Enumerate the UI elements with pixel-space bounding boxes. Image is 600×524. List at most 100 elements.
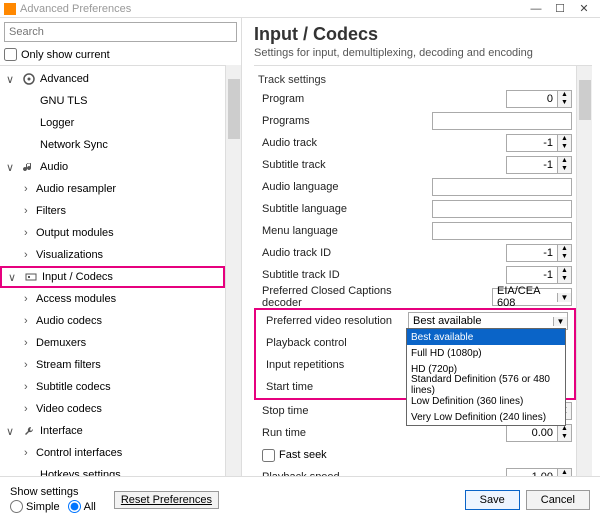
spin-up-icon[interactable]: ▲ (558, 425, 571, 433)
menu-language-input[interactable] (432, 222, 572, 240)
spin-down-icon[interactable]: ▼ (558, 275, 571, 283)
settings-panel: Track settings Program0▲▼ Programs Audio… (254, 66, 576, 476)
titlebar: Advanced Preferences — ☐ ✕ (0, 0, 600, 18)
label-stop-time: Stop time (254, 405, 404, 417)
playback-speed-spinbox[interactable]: 1.00▲▼ (506, 468, 572, 476)
subtitle-track-spinbox[interactable]: -1▲▼ (506, 156, 572, 174)
resolution-dropdown-list[interactable]: Best available Full HD (1080p) HD (720p)… (406, 328, 566, 426)
tree-item-control-interfaces[interactable]: ›Control interfaces (0, 442, 225, 464)
close-button[interactable]: ✕ (572, 2, 596, 15)
tree-item-logger[interactable]: Logger (0, 112, 225, 134)
tree-item-video-codecs[interactable]: ›Video codecs (0, 398, 225, 420)
spin-up-icon[interactable]: ▲ (558, 267, 571, 275)
subtitle-track-id-spinbox[interactable]: -1▲▼ (506, 266, 572, 284)
pcc-decoder-combobox[interactable]: EIA/CEA 608▼ (492, 288, 572, 306)
cancel-button[interactable]: Cancel (526, 490, 590, 510)
dropdown-item[interactable]: Very Low Definition (240 lines) (407, 409, 565, 425)
expand-icon[interactable]: › (24, 249, 36, 261)
tree-item-advanced[interactable]: ∨Advanced (0, 68, 225, 90)
only-show-current-checkbox[interactable]: Only show current (4, 48, 237, 61)
expand-icon[interactable]: › (24, 381, 36, 393)
tree-item-audio-codecs[interactable]: ›Audio codecs (0, 310, 225, 332)
spin-up-icon[interactable]: ▲ (558, 245, 571, 253)
label-pcc-decoder: Preferred Closed Captions decoder (254, 285, 404, 309)
expand-icon[interactable]: › (24, 205, 36, 217)
minimize-button[interactable]: — (524, 3, 548, 15)
spin-down-icon[interactable]: ▼ (558, 253, 571, 261)
spin-up-icon[interactable]: ▲ (558, 135, 571, 143)
chevron-down-icon[interactable]: ▼ (553, 317, 567, 326)
expand-icon[interactable]: › (24, 447, 36, 459)
spin-down-icon[interactable]: ▼ (558, 143, 571, 151)
audio-language-input[interactable] (432, 178, 572, 196)
tree-item-input-codecs[interactable]: ∨Input / Codecs (0, 266, 225, 288)
label-subtitle-track: Subtitle track (254, 159, 404, 171)
input-codecs-icon (24, 270, 38, 284)
spin-down-icon[interactable]: ▼ (558, 99, 571, 107)
tree-item-stream-filters[interactable]: ›Stream filters (0, 354, 225, 376)
reset-preferences-button[interactable]: Reset Preferences (114, 491, 219, 509)
tree-item-interface[interactable]: ∨Interface (0, 420, 225, 442)
label-program: Program (254, 93, 404, 105)
run-time-spinbox[interactable]: 0.00▲▼ (506, 424, 572, 442)
expand-icon[interactable]: › (24, 359, 36, 371)
tree-item-gnu-tls[interactable]: GNU TLS (0, 90, 225, 112)
dropdown-item[interactable]: Best available (407, 329, 565, 345)
scrollbar-thumb[interactable] (579, 80, 591, 120)
collapse-icon[interactable]: ∨ (6, 425, 18, 438)
label-playback-speed: Playback speed (254, 471, 404, 476)
label-playback-control: Playback control (258, 337, 408, 349)
chevron-down-icon[interactable]: ▼ (557, 293, 571, 302)
label-audio-track: Audio track (254, 137, 404, 149)
collapse-icon[interactable]: ∨ (6, 73, 18, 86)
audio-track-spinbox[interactable]: -1▲▼ (506, 134, 572, 152)
tree-item-visualizations[interactable]: ›Visualizations (0, 244, 225, 266)
wrench-icon (22, 424, 36, 438)
tree-item-subtitle-codecs[interactable]: ›Subtitle codecs (0, 376, 225, 398)
spin-up-icon[interactable]: ▲ (558, 469, 571, 476)
subtitle-language-input[interactable] (432, 200, 572, 218)
spin-up-icon[interactable]: ▲ (558, 91, 571, 99)
gear-icon (22, 72, 36, 86)
expand-icon[interactable]: › (24, 183, 36, 195)
program-spinbox[interactable]: 0▲▼ (506, 90, 572, 108)
search-input[interactable] (4, 22, 237, 42)
music-note-icon (22, 160, 36, 174)
audio-track-id-spinbox[interactable]: -1▲▼ (506, 244, 572, 262)
expand-icon[interactable]: › (24, 227, 36, 239)
spin-down-icon[interactable]: ▼ (558, 165, 571, 173)
tree-item-filters[interactable]: ›Filters (0, 200, 225, 222)
settings-scrollbar[interactable] (576, 66, 592, 476)
scrollbar-thumb[interactable] (228, 79, 240, 139)
expand-icon[interactable]: › (24, 337, 36, 349)
preferences-tree[interactable]: ∨Advanced GNU TLS Logger Network Sync ∨A… (0, 65, 225, 476)
expand-icon[interactable]: › (24, 403, 36, 415)
expand-icon[interactable]: › (24, 293, 36, 305)
tree-item-audio-resampler[interactable]: ›Audio resampler (0, 178, 225, 200)
tree-scrollbar[interactable] (225, 65, 241, 476)
section-track-settings: Track settings (254, 70, 576, 88)
tree-item-network-sync[interactable]: Network Sync (0, 134, 225, 156)
maximize-button[interactable]: ☐ (548, 2, 572, 15)
label-subtitle-language: Subtitle language (254, 203, 404, 215)
radio-simple[interactable]: Simple (10, 500, 60, 513)
tree-item-audio[interactable]: ∨Audio (0, 156, 225, 178)
tree-item-access-modules[interactable]: ›Access modules (0, 288, 225, 310)
dropdown-item[interactable]: Full HD (1080p) (407, 345, 565, 361)
dropdown-item[interactable]: Standard Definition (576 or 480 lines) (407, 377, 565, 393)
tree-item-hotkeys-settings[interactable]: Hotkeys settings (0, 464, 225, 476)
save-button[interactable]: Save (465, 490, 520, 510)
spin-down-icon[interactable]: ▼ (558, 433, 571, 441)
fast-seek-checkbox[interactable]: Fast seek (254, 444, 576, 466)
expand-icon[interactable]: › (24, 315, 36, 327)
show-settings-label: Show settings (10, 486, 104, 498)
tree-item-output-modules[interactable]: ›Output modules (0, 222, 225, 244)
label-audio-language: Audio language (254, 181, 404, 193)
radio-all[interactable]: All (68, 500, 96, 513)
collapse-icon[interactable]: ∨ (8, 271, 20, 284)
spin-up-icon[interactable]: ▲ (558, 157, 571, 165)
programs-input[interactable] (432, 112, 572, 130)
collapse-icon[interactable]: ∨ (6, 161, 18, 174)
tree-item-demuxers[interactable]: ›Demuxers (0, 332, 225, 354)
page-subtitle: Settings for input, demultiplexing, deco… (254, 47, 592, 59)
